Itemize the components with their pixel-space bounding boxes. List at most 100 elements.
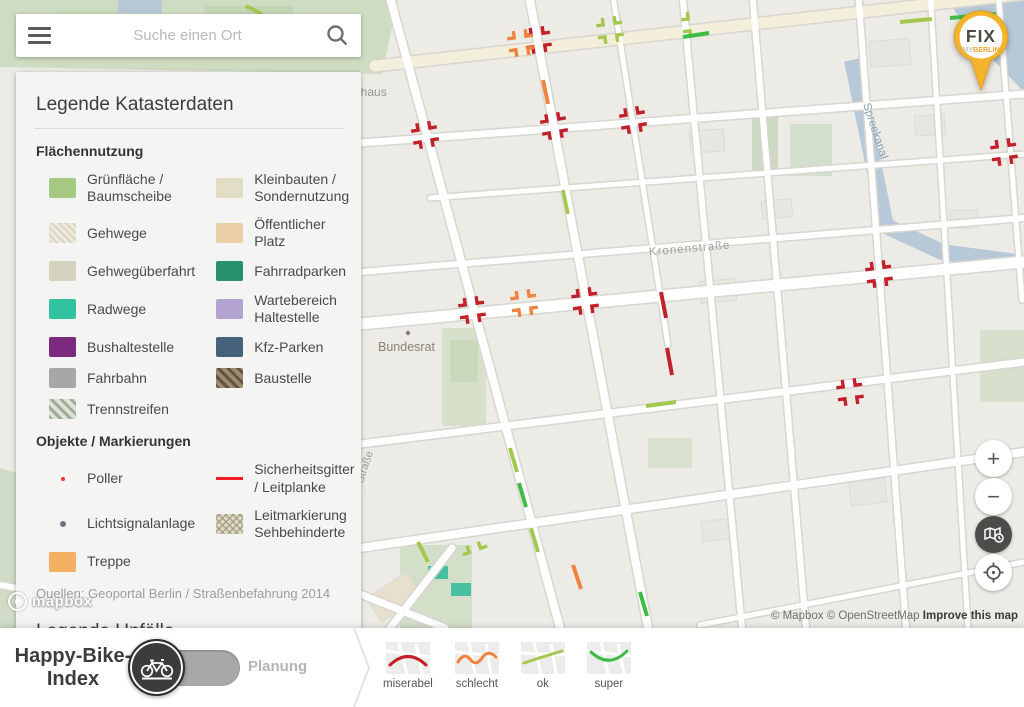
locate-button[interactable] (975, 554, 1012, 591)
section-heading-objekte: Objekte / Markierungen (36, 433, 343, 449)
planung-label[interactable]: Planung (248, 658, 307, 675)
rating-label: ok (537, 678, 549, 690)
legend-item-label: Radwege (87, 301, 146, 318)
legend-item: Baustelle (201, 368, 349, 388)
rating-item-schlecht: schlecht (455, 642, 499, 690)
legend-item-label: Poller (87, 470, 123, 487)
legend-item: Leitmarkierung Sehbehinderte (201, 507, 354, 541)
map-style-button[interactable] (975, 516, 1012, 553)
map-label-bundesrat: Bundesrat (378, 340, 436, 354)
legend-swatch (216, 223, 243, 243)
legend-title: Legende Katasterdaten (34, 88, 343, 128)
legend-item: Kleinbauten / Sondernutzung (201, 171, 349, 205)
legend-swatch (49, 261, 76, 281)
legend-item: Grünfläche / Baumscheibe (34, 171, 195, 205)
rating-label: schlecht (456, 678, 498, 690)
map-attribution: © Mapbox © OpenStreetMap Improve this ma… (771, 610, 1018, 622)
legend-item: Radwege (34, 292, 195, 326)
legend-item: Fahrbahn (34, 368, 195, 388)
legend-item-label: Leitmarkierung Sehbehinderte (254, 507, 354, 541)
legend-swatch (49, 299, 76, 319)
toggle-knob[interactable] (128, 639, 185, 696)
mode-toggle[interactable] (128, 639, 240, 696)
rating-item-ok: ok (521, 642, 565, 690)
legend-item-label: Kfz-Parken (254, 339, 323, 356)
mapbox-logo[interactable]: mapbox (8, 592, 93, 611)
legend-item-label: Baustelle (254, 370, 312, 387)
legend-item-label: Gehwege (87, 225, 147, 242)
rating-thumb (386, 642, 430, 674)
legend-item: Bushaltestelle (34, 337, 195, 357)
legend-item: Öffentlicher Platz (201, 216, 349, 250)
legend-marker (216, 469, 243, 489)
legend-item: Trennstreifen (34, 399, 195, 419)
rating-legend: miserabel schlecht ok (383, 642, 631, 690)
mapbox-logo-text: mapbox (32, 593, 93, 610)
legend-swatch (49, 178, 76, 198)
legend-item: Gehwege (34, 216, 195, 250)
rating-thumb (455, 642, 499, 674)
legend-item-label: Fahrbahn (87, 370, 147, 387)
app-window: Torhaus Kronenstraße Bundesrat auer Stra… (0, 0, 1024, 707)
section-heading-flaechennutzung: Flächennutzung (36, 143, 343, 159)
legend-item: Kfz-Parken (201, 337, 349, 357)
zoom-in-button[interactable]: + (975, 440, 1012, 477)
legend-swatch (49, 552, 76, 572)
legend-marker (49, 514, 76, 534)
legend-item-label: Bushaltestelle (87, 339, 174, 356)
zoom-out-button[interactable]: − (975, 478, 1012, 515)
legend-item-label: Fahrradparken (254, 263, 346, 280)
attribution-text: © Mapbox © OpenStreetMap (771, 610, 920, 622)
menu-icon[interactable] (16, 27, 62, 44)
divider (34, 128, 343, 129)
legend-item-label: Lichtsignalanlage (87, 515, 195, 532)
legend-swatch (216, 299, 243, 319)
rating-label: super (594, 678, 623, 690)
mapbox-logo-icon (8, 592, 27, 611)
locate-icon (983, 562, 1004, 583)
map-controls: + − (975, 440, 1012, 591)
rating-item-super: super (587, 642, 631, 690)
search-icon[interactable] (313, 24, 361, 47)
legend-grid-flaechennutzung: Grünfläche / Baumscheibe Kleinbauten / S… (34, 171, 343, 419)
search-bar (16, 14, 361, 57)
rating-item-miserabel: miserabel (383, 642, 433, 690)
rating-thumb (587, 642, 631, 674)
legend-item: Fahrradparken (201, 261, 349, 281)
legend-item: Wartebereich Haltestelle (201, 292, 349, 326)
legend-item: Gehwegüberfahrt (34, 261, 195, 281)
bottom-bar: Happy-Bike-Index Planung (0, 628, 1024, 707)
rating-thumb (521, 642, 565, 674)
happy-bike-index-title: Happy-Bike-Index (8, 645, 138, 691)
legend-item: Sicherheitsgitter / Leitplanke (201, 461, 354, 495)
legend-swatch (49, 337, 76, 357)
legend-item-label: Trennstreifen (87, 401, 169, 418)
legend-grid-objekte: Poller Sicherheitsgitter / Leitplanke Li… (34, 461, 343, 571)
legend-swatch (49, 399, 76, 419)
legend-swatch (49, 368, 76, 388)
legend-item-label: Gehwegüberfahrt (87, 263, 195, 280)
map-style-icon (984, 527, 1004, 543)
legend-swatch (216, 514, 243, 534)
logo-text-fix: FIX (966, 26, 996, 46)
improve-map-link[interactable]: Improve this map (923, 610, 1018, 622)
legend-item: Treppe (34, 552, 195, 572)
legend-item-label: Kleinbauten / Sondernutzung (254, 171, 349, 205)
legend-swatch (49, 223, 76, 243)
legend-marker (49, 469, 76, 489)
legend-item-label: Wartebereich Haltestelle (254, 292, 349, 326)
legend-item-label: Treppe (87, 553, 131, 570)
search-input[interactable] (62, 27, 313, 44)
legend-item-label: Sicherheitsgitter / Leitplanke (254, 461, 354, 495)
legend-swatch (216, 261, 243, 281)
legend-swatch (216, 178, 243, 198)
section-chevron (350, 628, 372, 707)
legend-swatch (216, 337, 243, 357)
legend-panel: Legende Katasterdaten Flächennutzung Grü… (16, 72, 361, 659)
legend-item: Poller (34, 461, 195, 495)
legend-swatch (216, 368, 243, 388)
logo-text-myberlin: MYBERLIN (962, 46, 999, 54)
legend-item-label: Öffentlicher Platz (254, 216, 349, 250)
bike-icon (139, 654, 175, 681)
fixmyberlin-logo[interactable]: FIX MYBERLIN (948, 8, 1014, 94)
